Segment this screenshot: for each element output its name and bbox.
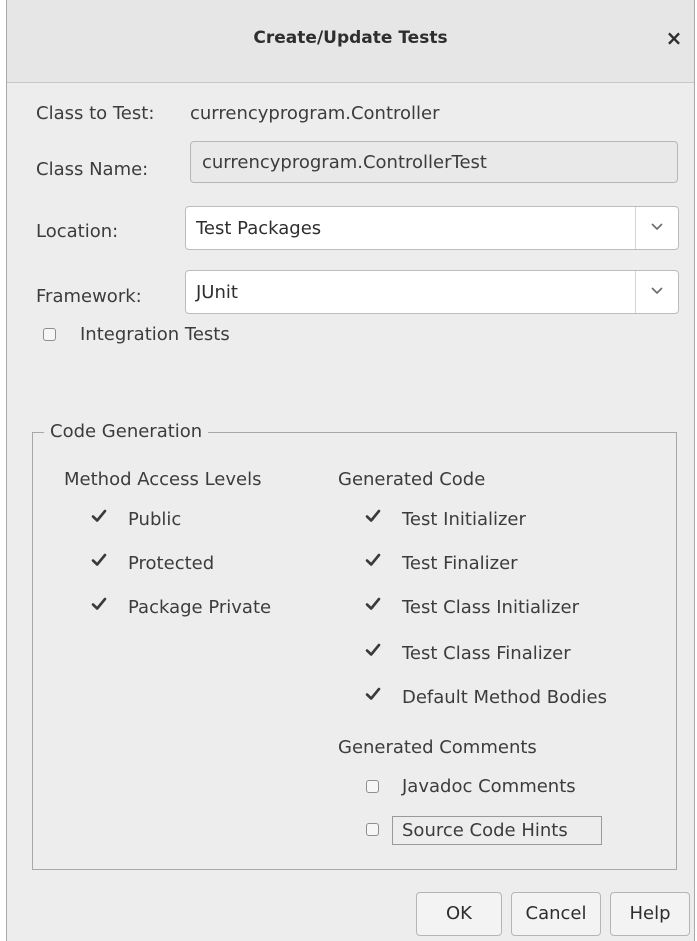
help-button[interactable]: Help — [610, 892, 690, 936]
test-class-initializer-checkbox-label[interactable]: Test Class Initializer — [402, 597, 579, 618]
code-generation-group — [32, 432, 677, 870]
integration-tests-checkbox[interactable] — [43, 328, 56, 341]
chevron-down-icon[interactable] — [635, 271, 678, 313]
javadoc-comments-label[interactable]: Javadoc Comments — [402, 776, 576, 797]
integration-tests-label[interactable]: Integration Tests — [80, 324, 230, 345]
close-icon[interactable]: × — [664, 26, 684, 50]
class-name-value: currencyprogram.ControllerTest — [202, 152, 487, 173]
class-to-test-label: Class to Test: — [36, 103, 155, 124]
source-code-hints-label[interactable]: Source Code Hints — [402, 820, 568, 841]
protected-checkbox-label[interactable]: Protected — [128, 553, 214, 574]
checkmark-icon[interactable] — [365, 642, 381, 658]
package-private-checkbox-label[interactable]: Package Private — [128, 597, 271, 618]
test-class-finalizer-checkbox-label[interactable]: Test Class Finalizer — [402, 643, 571, 664]
javadoc-comments-checkbox[interactable] — [366, 780, 379, 793]
checkmark-icon[interactable] — [91, 508, 107, 524]
generated-comments-heading: Generated Comments — [338, 737, 537, 758]
cancel-button[interactable]: Cancel — [511, 892, 601, 936]
location-value: Test Packages — [196, 218, 322, 239]
checkmark-icon[interactable] — [365, 508, 381, 524]
framework-label: Framework: — [36, 286, 142, 307]
method-access-levels-heading: Method Access Levels — [64, 469, 262, 490]
test-finalizer-checkbox-label[interactable]: Test Finalizer — [402, 553, 518, 574]
checkmark-icon[interactable] — [91, 552, 107, 568]
location-select[interactable]: Test Packages — [185, 206, 679, 250]
framework-value: JUnit — [196, 282, 238, 303]
code-generation-title: Code Generation — [44, 421, 209, 442]
title-bar: Create/Update Tests × — [7, 0, 694, 83]
ok-button[interactable]: OK — [416, 892, 502, 936]
class-name-field[interactable]: currencyprogram.ControllerTest — [190, 141, 678, 183]
dialog-title: Create/Update Tests — [253, 28, 448, 48]
class-to-test-value: currencyprogram.Controller — [190, 103, 440, 124]
checkmark-icon[interactable] — [365, 686, 381, 702]
source-code-hints-checkbox[interactable] — [366, 823, 379, 836]
checkmark-icon[interactable] — [91, 596, 107, 612]
checkmark-icon[interactable] — [365, 596, 381, 612]
test-initializer-checkbox-label[interactable]: Test Initializer — [402, 509, 526, 530]
chevron-down-icon[interactable] — [635, 207, 678, 249]
location-label: Location: — [36, 221, 119, 242]
default-method-bodies-checkbox-label[interactable]: Default Method Bodies — [402, 687, 607, 708]
checkmark-icon[interactable] — [365, 552, 381, 568]
public-checkbox-label[interactable]: Public — [128, 509, 181, 530]
framework-select[interactable]: JUnit — [185, 270, 679, 314]
generated-code-heading: Generated Code — [338, 469, 486, 490]
class-name-label: Class Name: — [36, 159, 149, 180]
